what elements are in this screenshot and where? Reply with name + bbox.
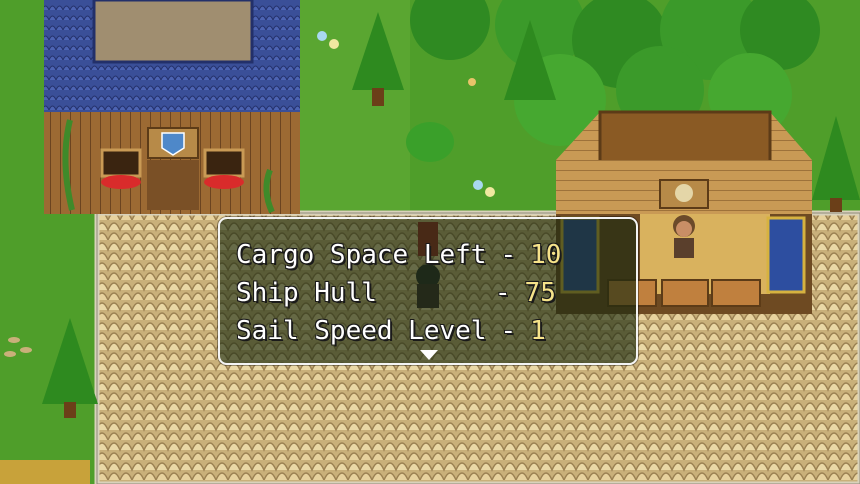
stat-label: Cargo Space Left [236, 240, 487, 270]
stat-separator: - [500, 316, 517, 346]
stat-row-sail-speed: Sail Speed Level -1 [236, 313, 546, 349]
stat-row-hull: Ship Hull -75 [236, 275, 556, 311]
house [44, 0, 300, 214]
stat-separator: - [500, 240, 517, 270]
stat-label: Ship Hull [236, 278, 377, 308]
game-screen: Cargo Space Left -10 Ship Hull -75 Sail Sp… [0, 0, 860, 484]
message-window[interactable]: Cargo Space Left -10 Ship Hull -75 Sail Sp… [218, 217, 638, 365]
stat-row-cargo: Cargo Space Left -10 [236, 237, 561, 273]
stat-value: 1 [530, 316, 546, 346]
stat-label: Sail Speed Level [236, 316, 487, 346]
stat-value: 75 [524, 278, 556, 308]
stat-value: 10 [530, 240, 562, 270]
down-arrow-icon[interactable] [420, 350, 438, 360]
stat-separator: - [494, 278, 511, 308]
